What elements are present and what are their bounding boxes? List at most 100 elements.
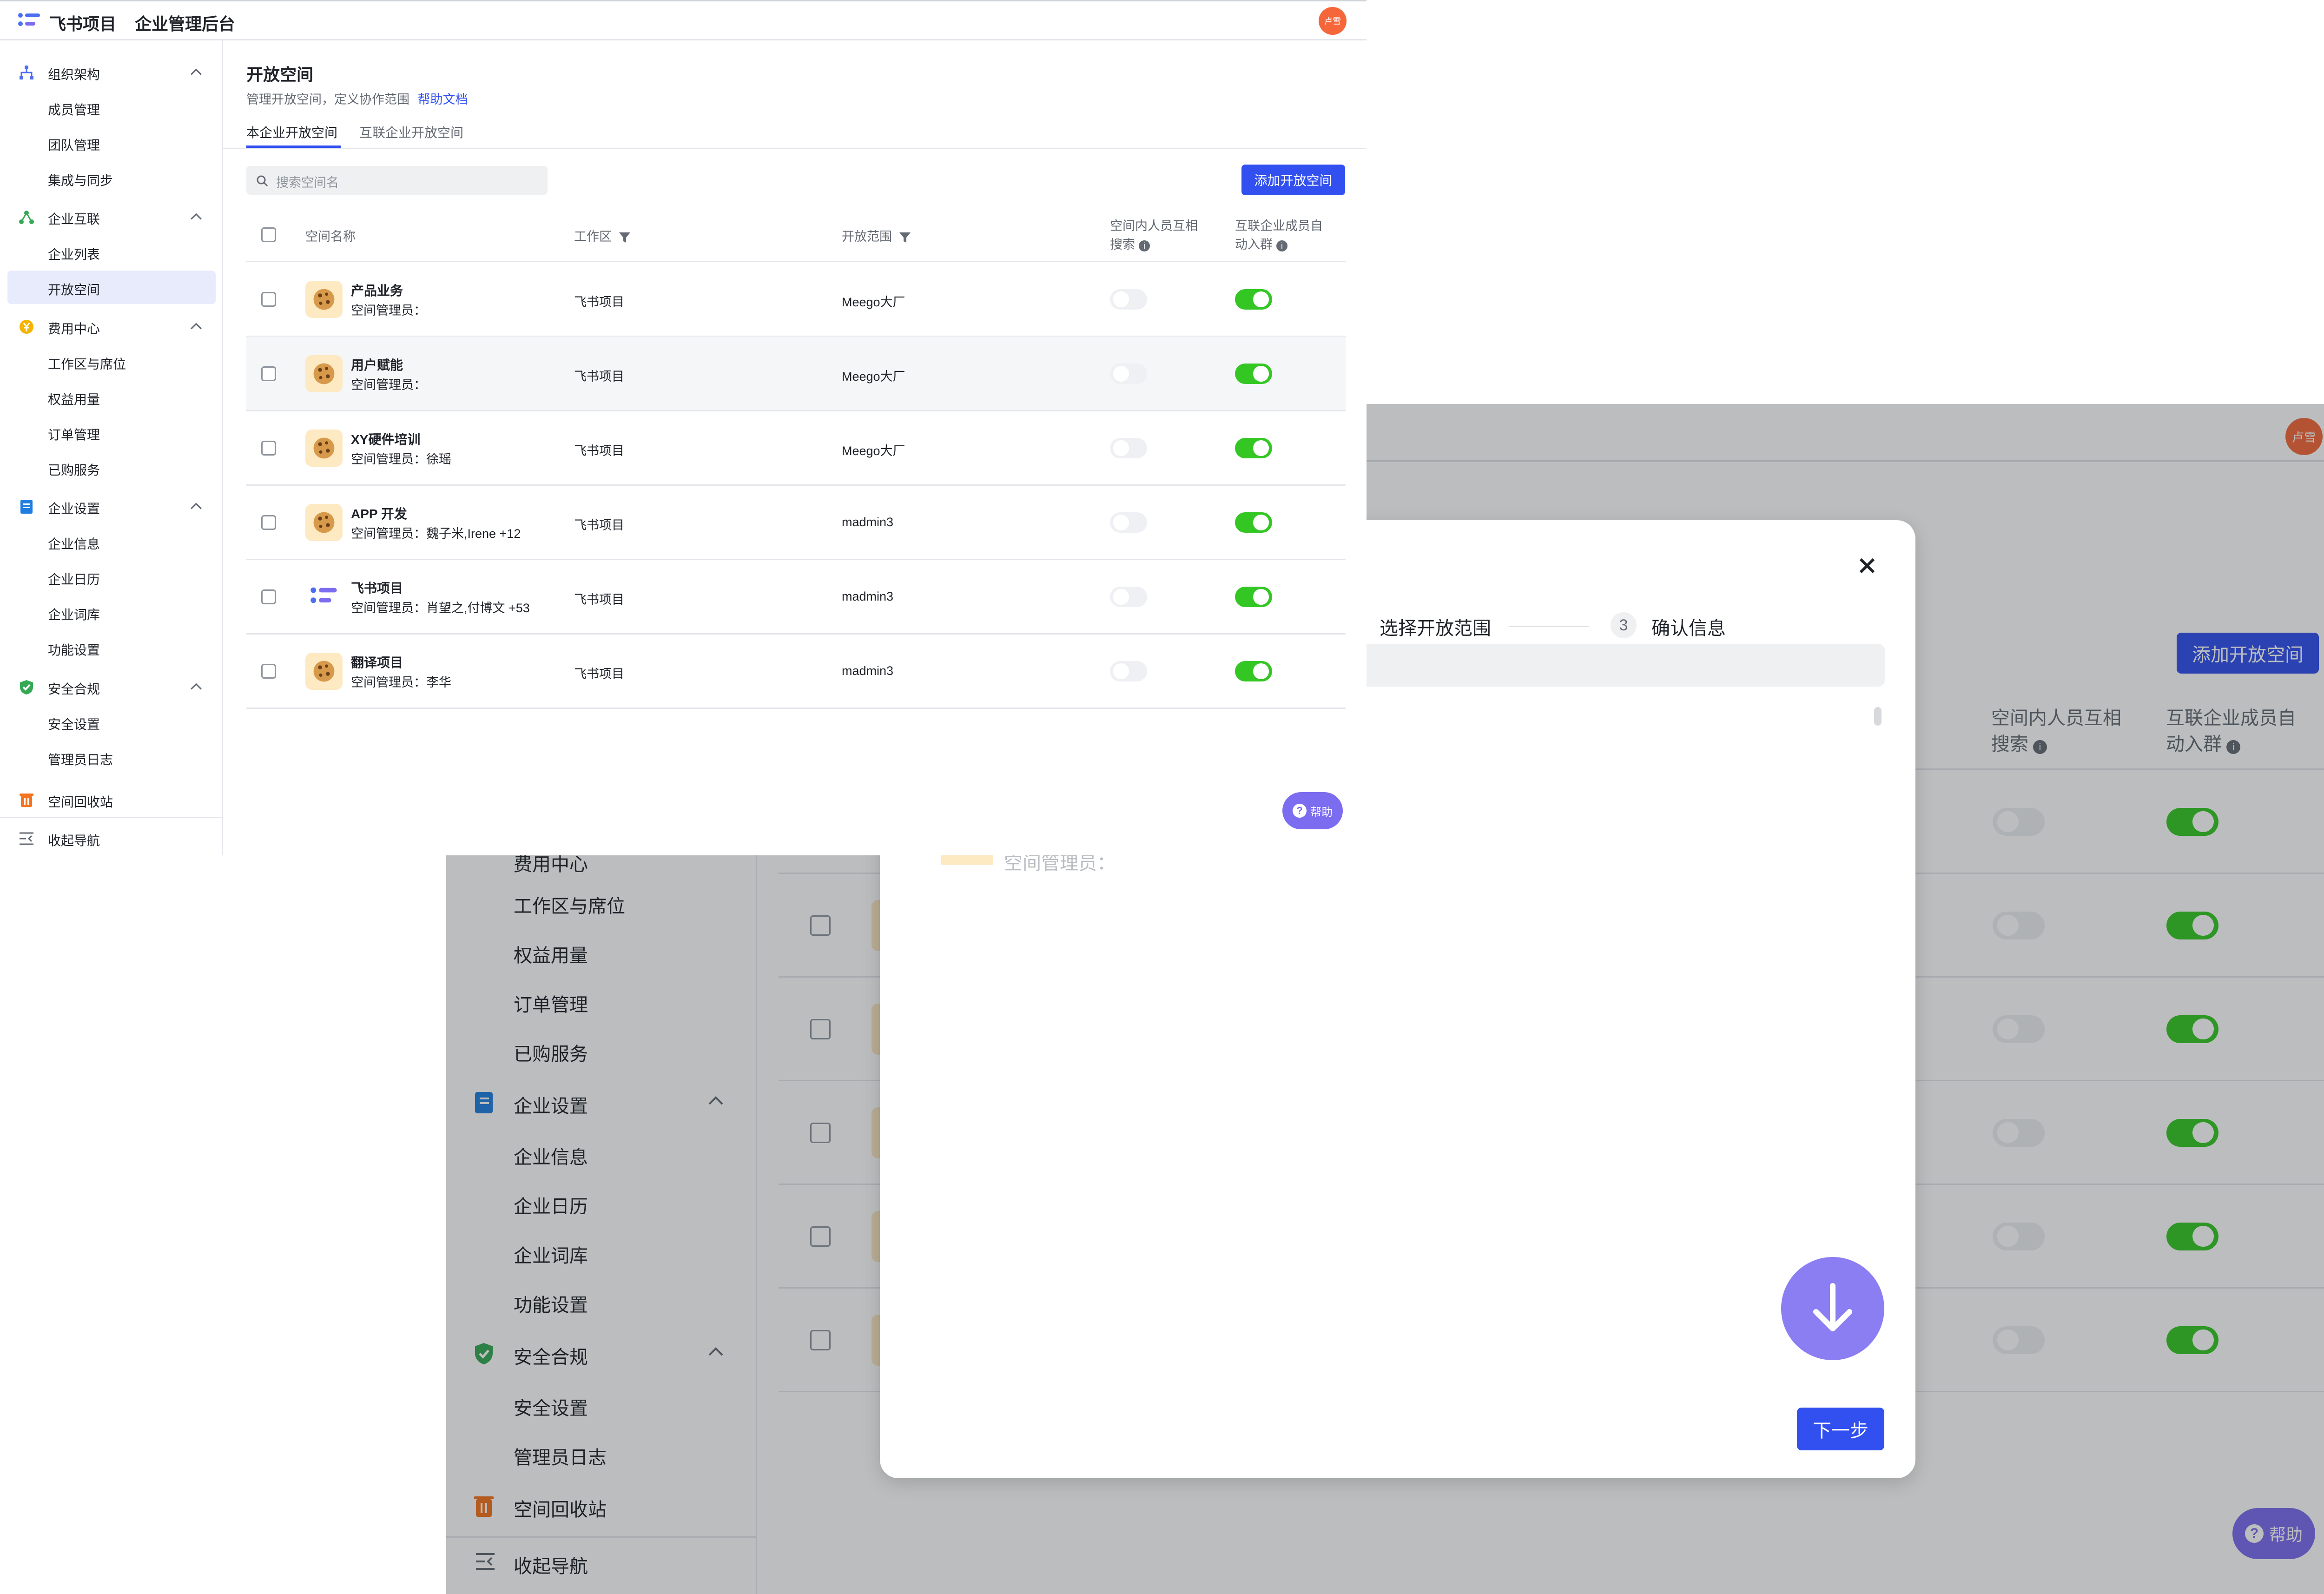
row-divider xyxy=(246,708,1346,709)
help-doc-link[interactable]: 帮助文档 xyxy=(418,93,468,106)
table-row[interactable] xyxy=(246,634,1346,708)
add-space-label: 添加开放空间 xyxy=(1254,173,1333,188)
toggle-knob xyxy=(1113,663,1129,679)
auto-join-toggle[interactable] xyxy=(1235,438,1272,458)
mutual-search-toggle[interactable] xyxy=(1110,438,1147,458)
org-structure-icon xyxy=(20,66,33,79)
mutual-search-toggle[interactable] xyxy=(1110,587,1147,607)
toggle-knob xyxy=(1253,663,1269,679)
table-row[interactable] xyxy=(246,337,1346,411)
next-step-button[interactable]: 下一步 xyxy=(1797,1408,1884,1450)
row-checkbox[interactable] xyxy=(261,292,276,307)
tab-linked-spaces[interactable]: 互联企业开放空间 xyxy=(359,123,463,141)
auto-join-toggle[interactable] xyxy=(1235,364,1272,384)
mutual-search-toggle[interactable] xyxy=(1110,661,1147,681)
next-step-label: 下一步 xyxy=(1813,1421,1868,1441)
sidebar-item[interactable]: 权益用量 xyxy=(0,380,223,414)
step-3-label: 确认信息 xyxy=(1651,618,1726,639)
sidebar-item[interactable]: 订单管理 xyxy=(0,416,223,449)
toggle-knob xyxy=(1253,515,1269,530)
sidebar-item[interactable]: 管理员日志 xyxy=(0,741,223,774)
auto-join-toggle[interactable] xyxy=(1235,587,1272,607)
table-row[interactable] xyxy=(246,411,1346,485)
sidebar-item[interactable]: 开放空间 xyxy=(7,271,216,304)
workspace-cell: 飞书项目 xyxy=(574,518,624,532)
book-icon xyxy=(20,500,33,514)
col-workspace[interactable]: 工作区 xyxy=(574,226,631,245)
product-name: 飞书项目 xyxy=(49,14,117,33)
col-scope[interactable]: 开放范围 xyxy=(842,226,911,245)
sidebar-group-3[interactable]: 企业设置 xyxy=(0,489,223,523)
sidebar-item[interactable]: 成员管理 xyxy=(0,91,223,124)
top-bar: 飞书项目 企业管理后台 卢雪 xyxy=(0,0,1367,40)
table-row[interactable] xyxy=(246,262,1346,337)
sidebar-group-0[interactable]: 组织架构 xyxy=(0,55,223,89)
row-checkbox[interactable] xyxy=(261,664,276,679)
sidebar-group-label: 费用中心 xyxy=(48,322,100,336)
sidebar-item[interactable]: 已购服务 xyxy=(0,451,223,484)
tab-own-spaces[interactable]: 本企业开放空间 xyxy=(246,123,337,141)
toggle-knob xyxy=(1253,366,1269,382)
sidebar-group-4[interactable]: 安全合规 xyxy=(0,670,223,703)
close-icon[interactable] xyxy=(1858,556,1876,575)
row-checkbox[interactable] xyxy=(261,589,276,604)
sidebar-item[interactable]: 功能设置 xyxy=(0,631,223,664)
toggle-knob xyxy=(1113,515,1129,530)
row-checkbox[interactable] xyxy=(261,366,276,381)
row-checkbox[interactable] xyxy=(261,441,276,456)
chevron-up-icon xyxy=(191,68,202,75)
scroll-down-button[interactable] xyxy=(1781,1257,1884,1360)
space-admins: 空间管理员： xyxy=(351,378,426,392)
mutual-search-toggle[interactable] xyxy=(1110,364,1147,384)
filter-icon[interactable] xyxy=(898,231,911,244)
col-mutual-search-l1: 空间内人员互相 xyxy=(1110,219,1198,233)
avatar-text: 卢雪 xyxy=(1324,17,1341,26)
step-connector xyxy=(1509,626,1589,627)
sidebar: 组织架构 成员管理 团队管理 集成与同步企业互联 企业列表开放空间费用中心工作区与席位权… xyxy=(0,40,223,855)
collapse-nav-button[interactable]: 收起导航 xyxy=(0,821,223,855)
sidebar-group-1[interactable]: 企业互联 xyxy=(0,200,223,233)
select-all-checkbox[interactable] xyxy=(261,227,276,242)
collapse-nav-label: 收起导航 xyxy=(48,833,100,848)
sidebar-item-label: 开放空间 xyxy=(48,283,100,297)
sidebar-item[interactable]: 集成与同步 xyxy=(0,161,223,195)
col-auto-join-text: 动入群 xyxy=(1235,238,1273,251)
col-space-name: 空间名称 xyxy=(305,230,356,244)
page-title: 开放空间 xyxy=(246,65,314,84)
sidebar-item[interactable]: 企业日历 xyxy=(0,560,223,594)
sidebar-item[interactable]: 安全设置 xyxy=(0,705,223,739)
sidebar-item[interactable]: 企业词库 xyxy=(0,595,223,629)
sidebar-item[interactable]: 工作区与席位 xyxy=(0,345,223,378)
mutual-search-toggle[interactable] xyxy=(1110,512,1147,533)
cookie-icon xyxy=(313,661,335,682)
enterprise-link-icon xyxy=(19,211,34,224)
auto-join-toggle[interactable] xyxy=(1235,661,1272,681)
space-admins: 空间管理员：徐瑶 xyxy=(351,452,451,466)
help-label: 帮助 xyxy=(1310,806,1333,819)
col-auto-join-l2: 动入群 i xyxy=(1235,235,1323,254)
table-row[interactable] xyxy=(246,560,1346,634)
search-icon xyxy=(257,175,268,187)
table-row[interactable] xyxy=(246,485,1346,560)
mutual-search-toggle[interactable] xyxy=(1110,289,1147,310)
col-auto-join-l1: 互联企业成员自 xyxy=(1235,219,1323,233)
modal-scrollbar[interactable] xyxy=(1874,707,1882,726)
sidebar-item-label: 企业日历 xyxy=(48,572,100,587)
avatar[interactable]: 卢雪 xyxy=(1319,7,1347,35)
row-checkbox[interactable] xyxy=(261,515,276,530)
chevron-up-icon xyxy=(191,503,202,509)
sidebar-group-2[interactable]: 费用中心 xyxy=(0,310,223,343)
sidebar-item[interactable]: 企业信息 xyxy=(0,525,223,558)
sidebar-item[interactable]: 企业列表 xyxy=(0,235,223,269)
add-space-button[interactable]: 添加开放空间 xyxy=(1241,165,1345,195)
sidebar-item-label: 企业词库 xyxy=(48,608,100,622)
sidebar-item[interactable]: 团队管理 xyxy=(0,126,223,159)
filter-icon[interactable] xyxy=(618,231,631,244)
sidebar-recycle-bin[interactable]: 空间回收站 xyxy=(0,783,223,816)
auto-join-toggle[interactable] xyxy=(1235,289,1272,310)
sidebar-recycle-label: 空间回收站 xyxy=(48,795,113,809)
page-description: 管理开放空间，定义协作范围 帮助文档 xyxy=(246,89,468,107)
auto-join-toggle[interactable] xyxy=(1235,512,1272,533)
search-input[interactable]: 搜索空间名 xyxy=(246,166,548,195)
help-button[interactable]: ? 帮助 xyxy=(1282,792,1343,829)
